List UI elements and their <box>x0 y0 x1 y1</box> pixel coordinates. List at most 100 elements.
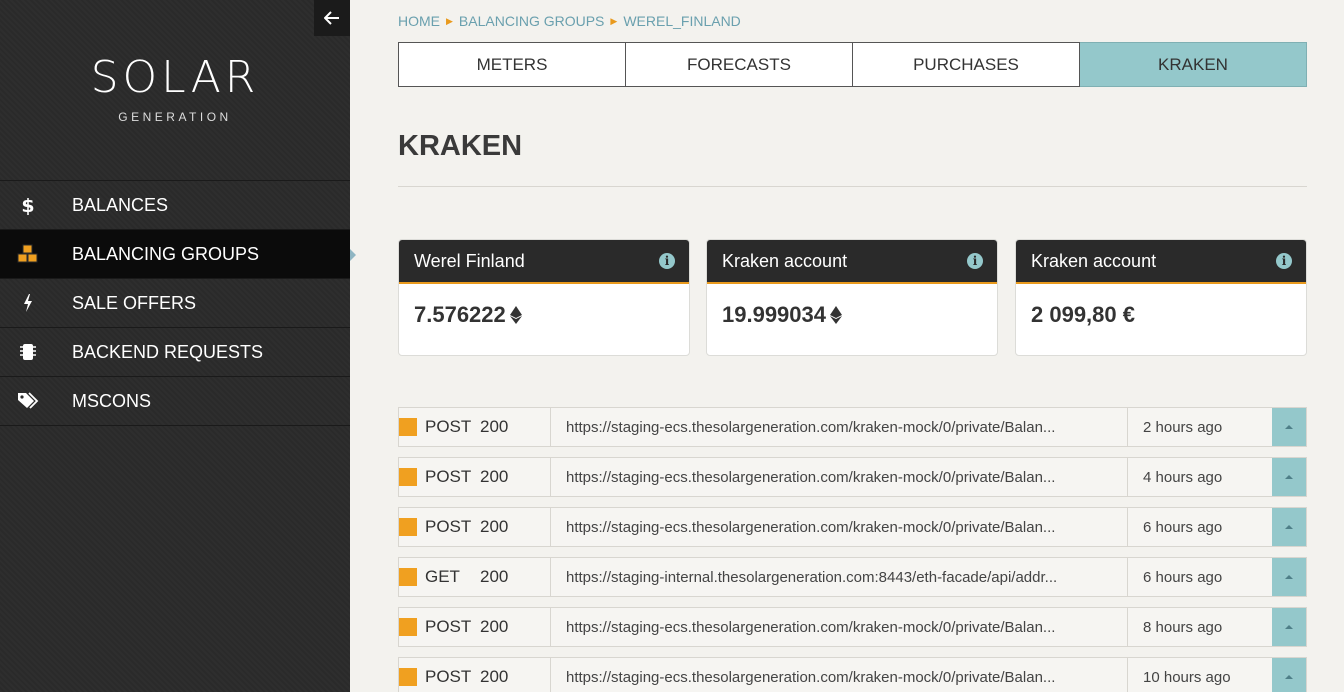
tab-purchases[interactable]: PURCHASES <box>853 42 1080 87</box>
expand-toggle[interactable] <box>1272 658 1306 692</box>
breadcrumb-current[interactable]: WEREL_FINLAND <box>623 13 740 29</box>
svg-text:$: $ <box>21 195 34 215</box>
status-indicator <box>399 618 417 636</box>
expand-toggle[interactable] <box>1272 508 1306 546</box>
request-summary: POST 200 <box>399 608 551 646</box>
request-url-text: https://staging-ecs.thesolargeneration.c… <box>566 468 1056 486</box>
breadcrumb-separator-icon: ▶ <box>446 15 453 26</box>
request-time: 6 hours ago <box>1143 518 1223 536</box>
request-summary: POST 200 <box>399 458 551 496</box>
request-method: GET <box>425 567 460 586</box>
sidebar-item-label: SALE OFFERS <box>72 292 197 313</box>
caret-up-icon <box>1285 425 1293 429</box>
breadcrumb-balancing-groups[interactable]: BALANCING GROUPS <box>459 13 604 29</box>
arrow-left-icon <box>324 11 339 25</box>
expand-toggle[interactable] <box>1272 608 1306 646</box>
tab-meters[interactable]: METERS <box>398 42 626 87</box>
card-value: 19.999034 <box>722 302 826 327</box>
collapse-sidebar-button[interactable] <box>314 0 350 36</box>
chip-icon <box>0 342 56 362</box>
logo-sub: GENERATION <box>118 110 232 124</box>
request-url-text: https://staging-ecs.thesolargeneration.c… <box>566 418 1056 436</box>
request-row[interactable]: POST 200 https://staging-ecs.thesolargen… <box>398 657 1307 692</box>
request-time: 8 hours ago <box>1143 618 1223 636</box>
request-method: POST <box>425 417 472 436</box>
sidebar-item-balances[interactable]: $ BALANCES <box>0 181 350 230</box>
expand-toggle[interactable] <box>1272 558 1306 596</box>
card-header: Kraken account i <box>707 240 997 284</box>
expand-toggle[interactable] <box>1272 458 1306 496</box>
balance-card-kraken-eth: Kraken account i 19.999034 <box>706 239 998 356</box>
sidebar: SOLAR GENERATION $ BALANCES BALANCING GR… <box>0 0 356 692</box>
tab-forecasts[interactable]: FORECASTS <box>626 42 853 87</box>
info-icon[interactable]: i <box>967 253 983 269</box>
tab-bar: METERS FORECASTS PURCHASES KRAKEN <box>398 42 1307 87</box>
card-header: Kraken account i <box>1016 240 1306 284</box>
ethereum-icon <box>830 306 842 324</box>
card-value-row: 19.999034 <box>707 284 997 346</box>
cubes-icon <box>0 244 56 264</box>
response-code: 200 <box>480 517 509 536</box>
sidebar-nav: $ BALANCES BALANCING GROUPS SALE OFFERS <box>0 180 356 426</box>
sidebar-item-label: BALANCING GROUPS <box>72 243 260 264</box>
card-value: 2 099,80 € <box>1031 302 1135 327</box>
status-indicator <box>399 568 417 586</box>
card-header: Werel Finland i <box>399 240 689 284</box>
status-indicator <box>399 668 417 686</box>
card-value-row: 2 099,80 € <box>1016 284 1306 346</box>
logo-main: SOLAR <box>90 52 260 103</box>
response-code: 200 <box>480 567 509 586</box>
balance-card-werel-finland: Werel Finland i 7.576222 <box>398 239 690 356</box>
divider <box>398 186 1307 187</box>
expand-toggle[interactable] <box>1272 408 1306 446</box>
request-url-text: https://staging-ecs.thesolargeneration.c… <box>566 518 1056 536</box>
page-title: KRAKEN <box>398 130 523 162</box>
request-time: 6 hours ago <box>1143 568 1223 586</box>
request-row[interactable]: POST 200 https://staging-ecs.thesolargen… <box>398 607 1307 647</box>
active-indicator <box>350 249 356 261</box>
sidebar-item-backend-requests[interactable]: BACKEND REQUESTS <box>0 328 350 377</box>
status-indicator <box>399 518 417 536</box>
breadcrumb-home[interactable]: HOME <box>398 13 440 29</box>
request-row[interactable]: POST 200 https://staging-ecs.thesolargen… <box>398 457 1307 497</box>
breadcrumb: HOME ▶ BALANCING GROUPS ▶ WEREL_FINLAND <box>398 13 741 29</box>
card-value: 7.576222 <box>414 302 506 327</box>
request-url: https://staging-ecs.thesolargeneration.c… <box>551 658 1128 692</box>
info-icon[interactable]: i <box>659 253 675 269</box>
request-method: POST <box>425 467 472 486</box>
caret-up-icon <box>1285 575 1293 579</box>
response-code: 200 <box>480 467 509 486</box>
request-url: https://staging-internal.thesolargenerat… <box>551 558 1128 596</box>
request-summary: POST 200 <box>399 408 551 446</box>
ethereum-icon <box>509 306 522 324</box>
request-url: https://staging-ecs.thesolargeneration.c… <box>551 458 1128 496</box>
request-url: https://staging-ecs.thesolargeneration.c… <box>551 408 1128 446</box>
status-indicator <box>399 468 417 486</box>
caret-up-icon <box>1285 475 1293 479</box>
tab-kraken[interactable]: KRAKEN <box>1080 42 1307 87</box>
breadcrumb-separator-icon: ▶ <box>610 15 618 26</box>
card-value-row: 7.576222 <box>399 284 689 346</box>
info-icon[interactable]: i <box>1276 253 1292 269</box>
response-code: 200 <box>480 667 509 686</box>
request-row[interactable]: POST 200 https://staging-ecs.thesolargen… <box>398 407 1307 447</box>
response-code: 200 <box>480 417 509 436</box>
tags-icon <box>0 392 56 410</box>
status-indicator <box>399 418 417 436</box>
response-code: 200 <box>480 617 509 636</box>
request-url: https://staging-ecs.thesolargeneration.c… <box>551 608 1128 646</box>
request-summary: GET 200 <box>399 558 551 596</box>
request-time: 4 hours ago <box>1143 468 1223 486</box>
sidebar-item-balancing-groups[interactable]: BALANCING GROUPS <box>0 230 356 279</box>
request-row[interactable]: GET 200 https://staging-internal.thesola… <box>398 557 1307 597</box>
request-url-text: https://staging-internal.thesolargenerat… <box>566 568 1058 586</box>
request-method: POST <box>425 517 472 536</box>
request-summary: POST 200 <box>399 508 551 546</box>
caret-up-icon <box>1285 525 1293 529</box>
card-title: Kraken account <box>1031 250 1157 271</box>
sidebar-item-sale-offers[interactable]: SALE OFFERS <box>0 279 350 328</box>
request-row[interactable]: POST 200 https://staging-ecs.thesolargen… <box>398 507 1307 547</box>
sidebar-item-mscons[interactable]: MSCONS <box>0 377 350 426</box>
card-title: Werel Finland <box>414 250 525 271</box>
card-title: Kraken account <box>722 250 848 271</box>
